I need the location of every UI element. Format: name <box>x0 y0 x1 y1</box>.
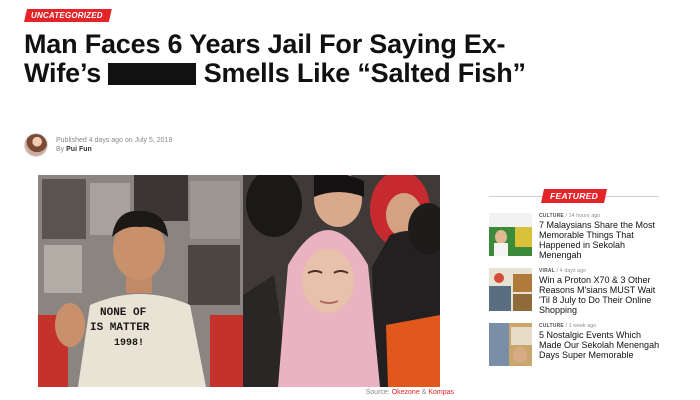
featured-meta: VIRAL / 4 days ago <box>539 268 587 274</box>
featured-category[interactable]: VIRAL <box>539 268 555 274</box>
thumb-badge <box>494 273 504 283</box>
headline-text-2: Smells Like “Salted Fish” <box>203 58 526 88</box>
thumb-box <box>513 274 532 292</box>
wall-tile <box>190 181 240 239</box>
source-link-1[interactable]: Okezone <box>392 389 420 396</box>
shirt-text-line-1: NONE OF <box>100 307 146 319</box>
category-badge[interactable]: UNCATEGORIZED <box>24 9 112 22</box>
author-line: By Pui Fun <box>56 145 172 154</box>
featured-meta: CULTURE / 1 week ago <box>539 323 597 329</box>
featured-time: 4 days ago <box>559 268 587 274</box>
wall-tile <box>42 179 86 239</box>
orange-vest <box>386 315 440 387</box>
thumb-sign <box>515 227 532 247</box>
thumb-banner <box>489 213 532 227</box>
shirt-text-line-2: IS MATTER <box>90 322 150 334</box>
thumbnail-illustration <box>489 323 532 366</box>
featured-title[interactable]: Win a Proton X70 & 3 Other Reasons M'sia… <box>539 275 661 315</box>
source-prefix: Source: <box>365 389 390 396</box>
source-separator: & <box>421 389 427 396</box>
featured-item-1[interactable]: CULTURE / 14 hours ago 7 Malaysians Shar… <box>489 213 664 260</box>
wall-tile <box>44 245 82 293</box>
by-prefix: By <box>56 146 65 153</box>
featured-thumbnail[interactable] <box>489 213 532 256</box>
man-hand <box>55 303 85 347</box>
byline-text: Published 4 days ago on July 5, 2019 By … <box>56 136 172 154</box>
featured-image-illustration: NONE OF IS MATTER 1998! <box>38 175 440 387</box>
article-featured-image: NONE OF IS MATTER 1998! <box>38 175 440 387</box>
thumb-person-shirt <box>494 243 508 256</box>
author-link[interactable]: Pui Fun <box>66 146 92 153</box>
thumb-box <box>513 294 532 311</box>
source-link-2[interactable]: Kompas <box>428 389 454 396</box>
featured-item-3[interactable]: CULTURE / 1 week ago 5 Nostalgic Events … <box>489 323 664 369</box>
featured-item-2[interactable]: VIRAL / 4 days ago Win a Proton X70 & 3 … <box>489 268 664 315</box>
featured-category[interactable]: CULTURE <box>539 323 564 329</box>
thumb-person <box>513 347 527 363</box>
thumbnail-illustration <box>489 268 532 311</box>
featured-title[interactable]: 5 Nostalgic Events Which Made Our Sekola… <box>539 330 661 360</box>
red-sofa <box>210 315 243 387</box>
thumb-panel <box>511 327 532 345</box>
featured-time: 14 hours ago <box>568 213 601 219</box>
image-source: Source: Okezone & Kompas <box>366 389 454 396</box>
featured-label: FEATURED <box>541 189 607 203</box>
featured-thumbnail[interactable] <box>489 323 532 366</box>
published-date: Published 4 days ago on July 5, 2019 <box>56 137 173 144</box>
featured-title[interactable]: 7 Malaysians Share the Most Memorable Th… <box>539 220 661 260</box>
byline: Published 4 days ago on July 5, 2019 By … <box>24 131 172 159</box>
featured-category[interactable]: CULTURE <box>539 213 564 219</box>
thumb-car <box>489 286 511 311</box>
article-headline: Man Faces 6 Years Jail For Saying Ex-Wif… <box>24 30 544 88</box>
wall-tile <box>188 245 240 305</box>
thumb-panel <box>489 323 509 366</box>
shirt-text-line-3: 1998! <box>114 338 144 349</box>
featured-time: 1 week ago <box>568 323 597 329</box>
thumbnail-illustration <box>489 213 532 256</box>
author-avatar[interactable] <box>24 133 48 157</box>
redaction-bar <box>108 63 197 85</box>
featured-meta: CULTURE / 14 hours ago <box>539 213 601 219</box>
thumb-person <box>495 230 507 244</box>
featured-thumbnail[interactable] <box>489 268 532 311</box>
